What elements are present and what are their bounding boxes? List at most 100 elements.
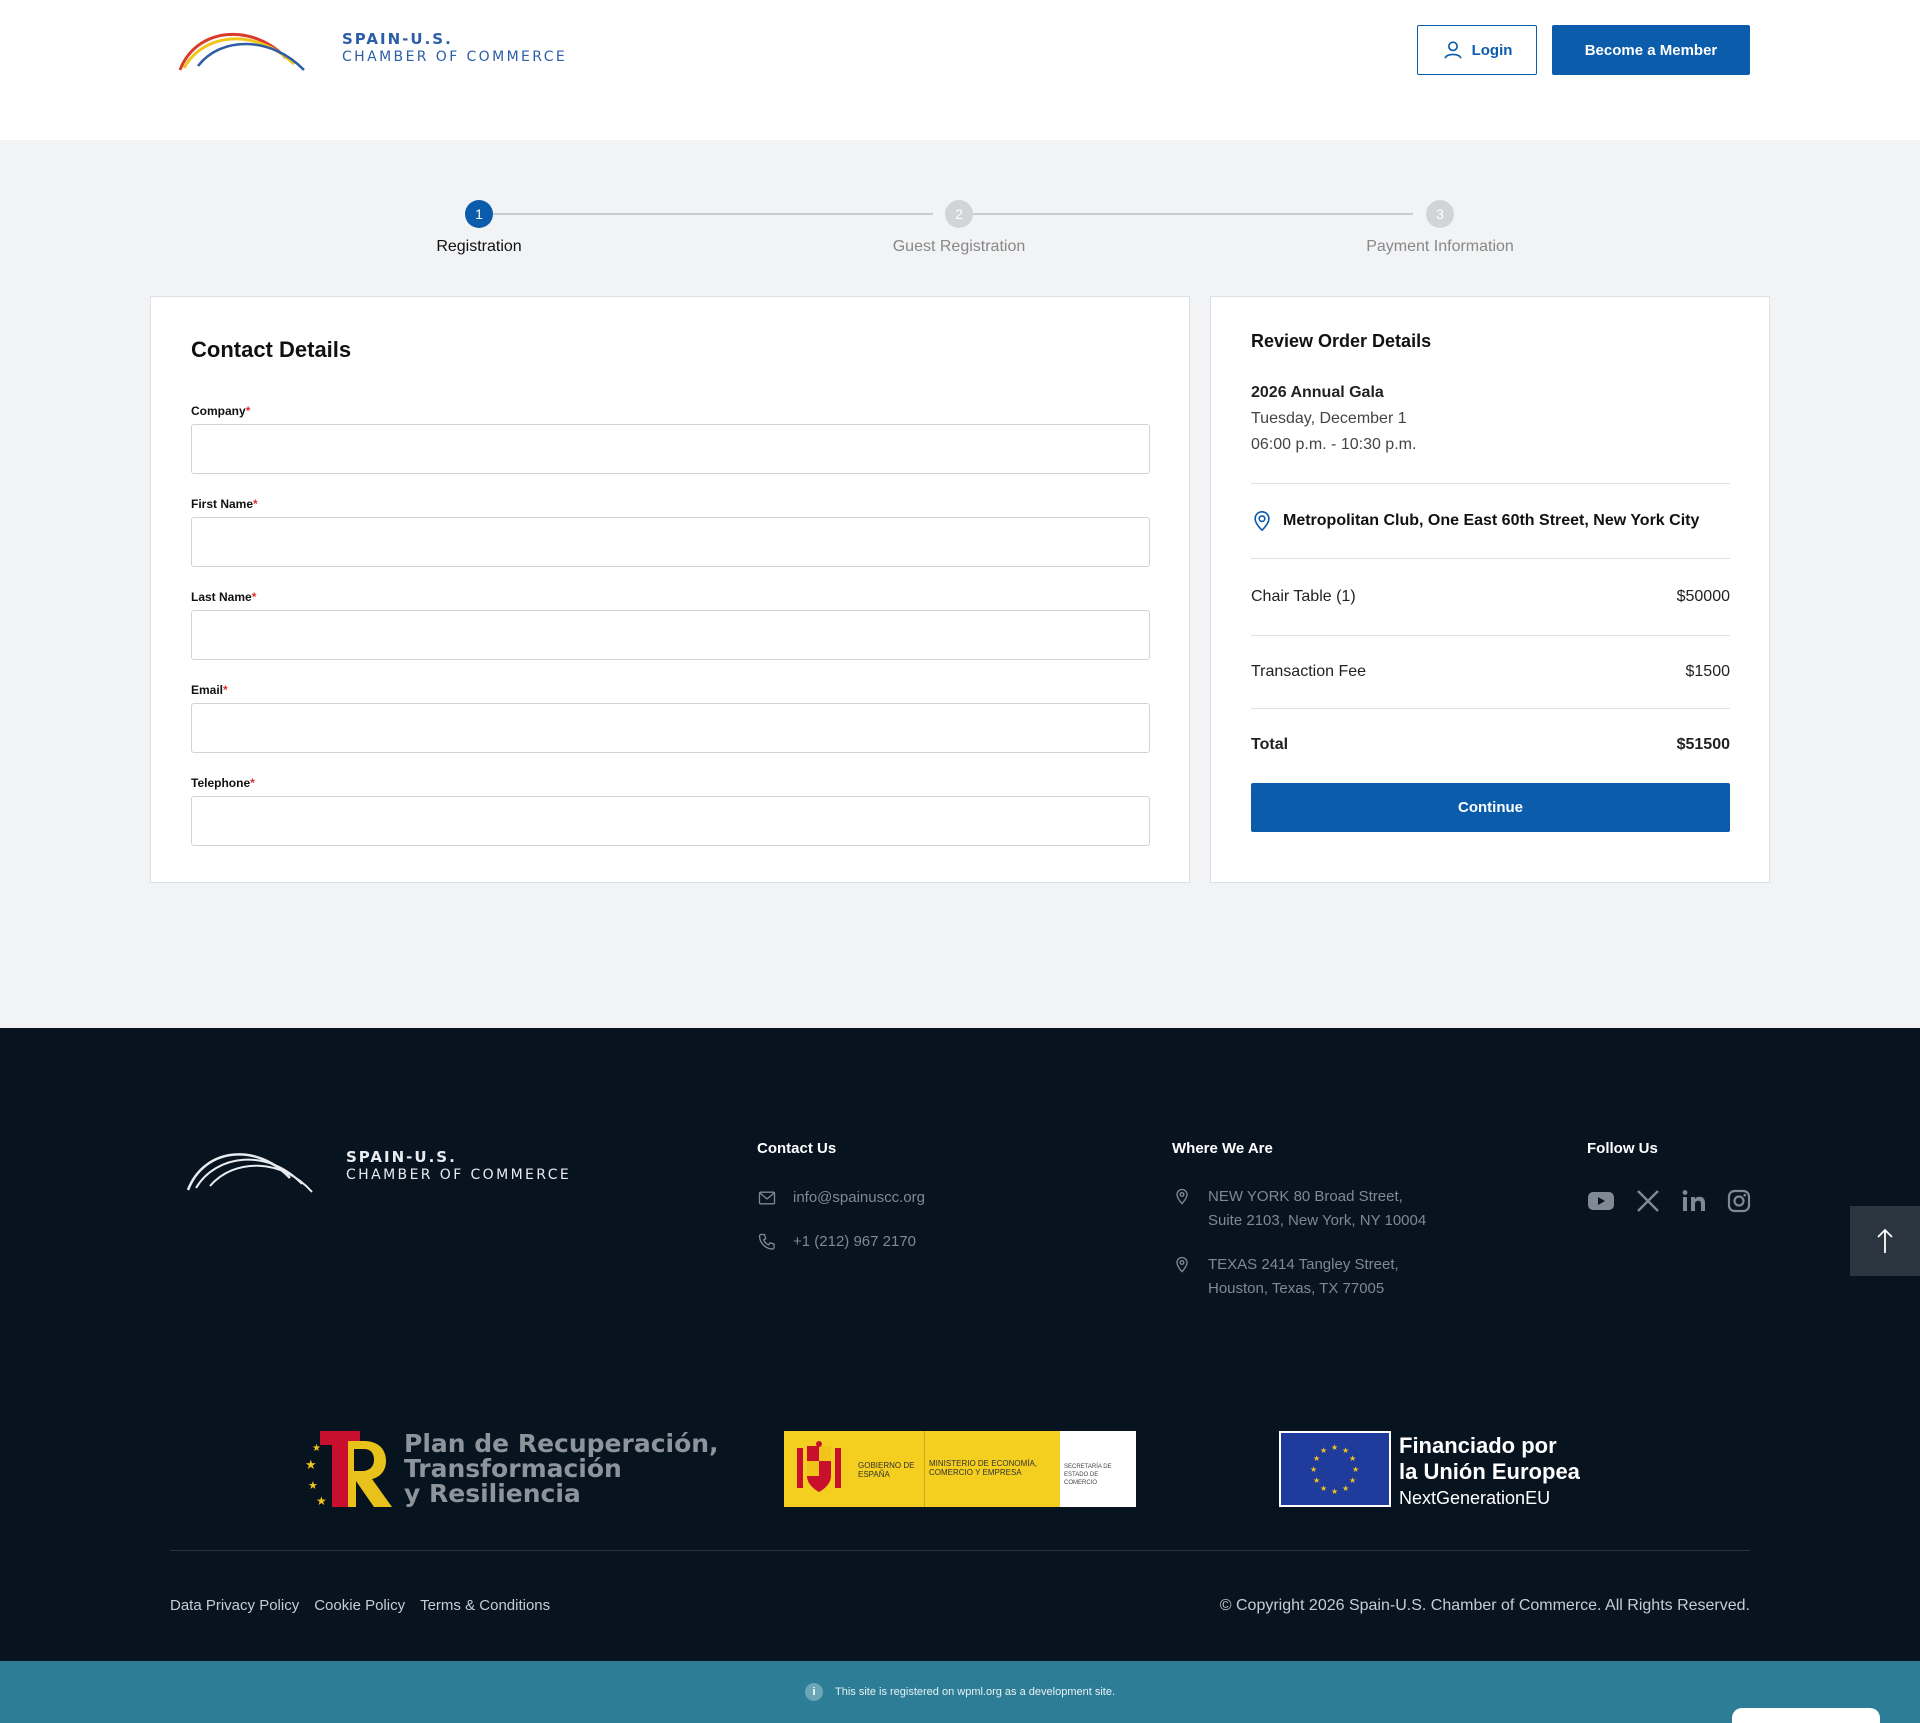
last-name-input[interactable] — [191, 610, 1150, 660]
eu-flag-icon: ★ ★★★ ★★★★ ★★★★ — [1279, 1431, 1391, 1507]
copyright: © Copyright 2026 Spain-U.S. Chamber of C… — [1219, 1597, 1750, 1614]
event-name: 2026 Annual Gala — [1251, 384, 1384, 401]
footer-divider — [170, 1550, 1750, 1551]
where-we-are-heading: Where We Are — [1172, 1140, 1273, 1157]
linkedin-icon[interactable] — [1681, 1188, 1707, 1214]
ny-address-line1: NEW YORK 80 Broad Street, — [1208, 1188, 1403, 1205]
footer-phone[interactable]: +1 (212) 967 2170 — [757, 1230, 916, 1254]
step-1-indicator: 1 — [465, 200, 493, 228]
user-icon — [1443, 41, 1462, 59]
footer-email[interactable]: info@spainuscc.org — [757, 1186, 925, 1210]
wpml-notice-bar: i This site is registered on wpml.org as… — [0, 1661, 1920, 1723]
line-item-amount: $1500 — [1685, 663, 1731, 680]
cookie-policy-link[interactable]: Cookie Policy — [314, 1597, 405, 1614]
sponsor1-line2: Transformación — [404, 1454, 622, 1483]
tr-emblem-icon: ★ ★ ★ ★ — [305, 1431, 392, 1507]
logo-line1: SPAIN-U.S. — [342, 30, 453, 48]
phone-text: +1 (212) 967 2170 — [793, 1233, 917, 1250]
sponsor3-line3: NextGenerationEU — [1399, 1488, 1551, 1508]
info-icon: i — [804, 1683, 823, 1701]
footer-logo-line1: SPAIN-U.S. — [346, 1148, 457, 1166]
tx-address: TEXAS 2414 Tangley Street, Houston, Texa… — [1172, 1253, 1399, 1301]
svg-text:★: ★ — [1331, 1487, 1338, 1496]
tx-address-line2: Houston, Texas, TX 77005 — [1208, 1280, 1385, 1297]
event-time: 06:00 p.m. - 10:30 p.m. — [1251, 436, 1417, 453]
telephone-input[interactable] — [191, 796, 1150, 846]
sponsor1-line3: y Resiliencia — [404, 1479, 581, 1508]
first-name-label: First Name* — [191, 497, 258, 511]
login-label: Login — [1471, 41, 1513, 59]
svg-text:★: ★ — [305, 1458, 317, 1473]
sponsor2-sec: SECRETARÍA DE ESTADO DE COMERCIO — [1060, 1431, 1136, 1507]
event-venue: Metropolitan Club, One East 60th Street,… — [1251, 510, 1699, 532]
svg-text:★: ★ — [1310, 1465, 1317, 1474]
svg-text:★: ★ — [1320, 1484, 1327, 1493]
svg-text:★: ★ — [308, 1479, 318, 1492]
youtube-icon[interactable] — [1587, 1190, 1615, 1212]
divider — [1251, 708, 1730, 709]
step-2-indicator: 2 — [945, 200, 973, 228]
svg-text:★: ★ — [1342, 1484, 1349, 1493]
data-privacy-link[interactable]: Data Privacy Policy — [170, 1597, 299, 1614]
step-1-label: Registration — [436, 238, 522, 255]
footer-logo-line2: CHAMBER OF COMMERCE — [346, 1167, 572, 1183]
svg-text:★: ★ — [316, 1494, 327, 1507]
step-connector — [973, 213, 1413, 215]
wpml-notice-text: This site is registered on wpml.org as a… — [834, 1686, 1116, 1698]
total-label: Total — [1251, 736, 1289, 753]
svg-text:★: ★ — [1313, 1476, 1320, 1485]
registration-stepper: 1 Registration 2 Guest Registration 3 Pa… — [0, 198, 1920, 268]
review-order-title: Review Order Details — [1251, 331, 1432, 351]
email-input[interactable] — [191, 703, 1150, 753]
line-item-label: Chair Table (1) — [1251, 588, 1356, 605]
sponsor1-line1: Plan de Recuperación, — [404, 1429, 719, 1458]
chat-tab[interactable] — [1732, 1708, 1880, 1723]
site-header: SPAIN-U.S. CHAMBER OF COMMERCE Login Bec… — [0, 0, 1920, 140]
tx-address-line1: TEXAS 2414 Tangley Street, — [1208, 1256, 1399, 1273]
social-links — [1587, 1188, 1751, 1214]
arc-logo-icon — [186, 1153, 313, 1193]
terms-link[interactable]: Terms & Conditions — [420, 1597, 550, 1614]
sponsor3-line2: la Unión Europea — [1399, 1459, 1580, 1484]
chamber-logo[interactable]: SPAIN-U.S. CHAMBER OF COMMERCE — [176, 18, 576, 78]
become-member-button[interactable]: Become a Member — [1552, 25, 1750, 75]
footer-logo[interactable]: SPAIN-U.S. CHAMBER OF COMMERCE — [186, 1138, 586, 1198]
divider — [1251, 635, 1730, 636]
sponsor3-line1: Financiado por — [1399, 1433, 1557, 1458]
location-pin-icon — [1176, 1188, 1188, 1205]
line-item-label: Transaction Fee — [1251, 663, 1367, 680]
mail-icon — [758, 1191, 776, 1205]
contact-details-card: Contact Details Company* First Name* Las… — [150, 296, 1190, 883]
sponsor2-gob: GOBIERNO DE ESPAÑA — [854, 1431, 924, 1507]
company-label: Company* — [191, 404, 251, 418]
step-2-label: Guest Registration — [892, 238, 1026, 255]
ny-address: NEW YORK 80 Broad Street, Suite 2103, Ne… — [1172, 1185, 1426, 1233]
login-button[interactable]: Login — [1417, 25, 1537, 75]
scroll-to-top-button[interactable] — [1850, 1206, 1920, 1276]
location-pin-icon — [1254, 511, 1270, 532]
phone-icon — [758, 1233, 775, 1250]
coat-of-arms-icon — [784, 1431, 854, 1507]
order-line-item: Chair Table (1) $50000 — [1251, 588, 1730, 606]
svg-text:★: ★ — [1352, 1465, 1359, 1474]
instagram-icon[interactable] — [1727, 1189, 1751, 1213]
telephone-label: Telephone* — [191, 776, 255, 790]
venue-label: Metropolitan Club, One East 60th Street,… — [1283, 512, 1700, 529]
email-text: info@spainuscc.org — [793, 1189, 925, 1206]
first-name-input[interactable] — [191, 517, 1150, 567]
company-input[interactable] — [191, 424, 1150, 474]
eu-funding-logo: ★ ★ ★ ★ ★ ★ ★ ★ ★ ★ ★ ★ Financiado por la Unión E… — [1279, 1431, 1599, 1508]
line-item-amount: $50000 — [1676, 588, 1730, 605]
arrow-up-icon — [1877, 1228, 1893, 1253]
continue-button[interactable]: Continue — [1251, 783, 1730, 832]
contact-us-heading: Contact Us — [757, 1140, 837, 1157]
footer-links: Data Privacy Policy Cookie Policy Terms … — [170, 1597, 550, 1614]
x-icon[interactable] — [1635, 1188, 1661, 1214]
svg-text:★: ★ — [1313, 1454, 1320, 1463]
contact-details-title: Contact Details — [191, 337, 352, 362]
review-order-card: Review Order Details 2026 Annual Gala Tu… — [1210, 296, 1770, 883]
divider — [1251, 558, 1730, 559]
svg-text:★: ★ — [1320, 1446, 1327, 1455]
divider — [1251, 483, 1730, 484]
ny-address-line2: Suite 2103, New York, NY 10004 — [1208, 1212, 1427, 1229]
